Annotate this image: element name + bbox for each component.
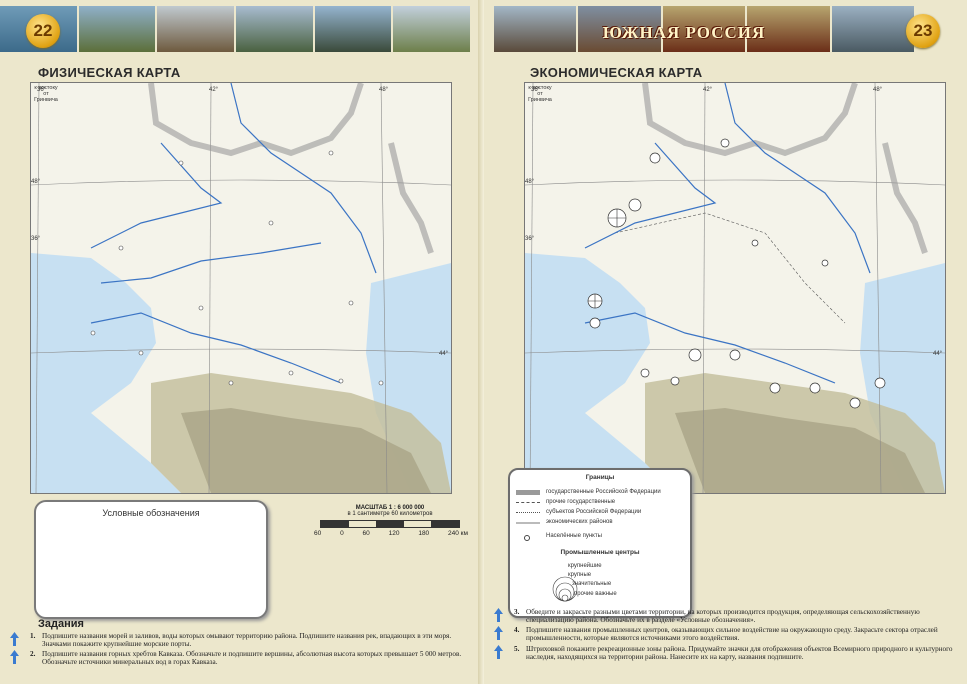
task-5: 5. Штриховкой покажите рекреационные зон…	[514, 645, 958, 662]
lon-label-48: 48°	[873, 87, 883, 93]
scale-subtitle: в 1 сантиметре 60 километров	[347, 511, 433, 517]
physical-map-graphic	[31, 83, 451, 493]
lon-label-48: 48°	[379, 87, 389, 93]
economic-map-graphic	[525, 83, 945, 493]
map-title: ЭКОНОМИЧЕСКАЯ КАРТА	[530, 65, 703, 80]
lon-label-36: 36°	[531, 87, 541, 93]
border-symbol	[516, 522, 540, 524]
task-text: Обведите и закрасьте разными цветами тер…	[526, 608, 920, 625]
task-number: 3.	[514, 608, 520, 616]
task-text: Штриховкой покажите рекреационные зоны р…	[526, 645, 953, 662]
legend-item: субъектов Российской Федерации	[546, 509, 642, 515]
scale-bar	[320, 520, 460, 528]
task-1: 1. Подпишите названия морей и заливов, в…	[30, 632, 472, 649]
physical-map: к востоку от Гринвича 36° 42° 48° 48° 36…	[30, 82, 452, 494]
industrial-title: Промышленные центры	[560, 549, 640, 556]
legend-item: прочие важные	[574, 591, 617, 597]
borders-title: Границы	[585, 474, 615, 481]
task-text: Подпишите названия морей и заливов, воды…	[42, 632, 452, 649]
left-page: 22 ФИЗИЧЕСКАЯ КАРТА к востоку от Гринвич…	[0, 0, 483, 684]
lat-label-44: 44°	[933, 351, 943, 357]
scale-tick: 0	[340, 530, 344, 537]
scale-tick: 180	[418, 530, 430, 537]
arrow-up-icon	[10, 632, 19, 646]
legend-title: Условные обозначения	[102, 508, 200, 518]
arrow-up-icon	[494, 645, 503, 659]
settlement-symbol	[524, 535, 530, 541]
legend-item: значительные	[572, 581, 612, 587]
lat-label-48: 48°	[525, 179, 535, 185]
task-2: 2. Подпишите названия горных хребтов Кав…	[30, 650, 472, 667]
lat-label-36: 36°	[525, 236, 535, 242]
lon-label-36: 36°	[37, 87, 47, 93]
lat-label-36: 36°	[31, 236, 41, 242]
border-symbol	[516, 512, 540, 513]
page-number: 23	[906, 14, 940, 48]
economic-map: к востоку от Гринвича 36° 42° 48° 48° 36…	[524, 82, 946, 494]
arrow-up-icon	[494, 608, 503, 622]
lon-label-42: 42°	[703, 87, 713, 93]
legend-item: прочие государственные	[546, 499, 616, 505]
map-legend: Границы государственные Российской Федер…	[508, 468, 692, 618]
task-4: 4. Подпишите названия промышленных центр…	[514, 626, 958, 643]
lon-label-42: 42°	[209, 87, 219, 93]
scale-tick: 60	[362, 530, 370, 537]
border-symbol	[516, 490, 540, 495]
arrow-up-icon	[10, 650, 19, 664]
legend-item: экономических районов	[546, 519, 613, 525]
task-text: Подпишите названия промышленных центров,…	[526, 626, 938, 643]
legend-box[interactable]: Условные обозначения	[34, 500, 268, 619]
border-symbol	[516, 502, 540, 503]
scale-tick: 120	[388, 530, 400, 537]
task-text: Подпишите названия горных хребтов Кавказ…	[42, 650, 462, 667]
right-page: ЮЖНАЯ РОССИЯ 23 ЭКОНОМИЧЕСКАЯ КАРТА к во…	[484, 0, 967, 684]
lat-label-48: 48°	[31, 179, 41, 185]
scale-ticks: 60 0 60 120 180 240 км	[314, 530, 468, 537]
task-number: 1.	[30, 632, 36, 640]
task-number: 5.	[514, 645, 520, 653]
task-3: 3. Обведите и закрасьте разными цветами …	[514, 608, 958, 625]
task-number: 4.	[514, 626, 520, 634]
photo-strip-left	[0, 6, 471, 52]
arrow-up-icon	[494, 626, 503, 640]
tasks-title: Задания	[38, 618, 84, 630]
map-title: ФИЗИЧЕСКАЯ КАРТА	[38, 65, 181, 80]
page-number: 22	[26, 14, 60, 48]
task-number: 2.	[30, 650, 36, 658]
scale-tick: 240 км	[448, 530, 468, 537]
scale-tick: 60	[314, 530, 322, 537]
legend-item: государственные Российской Федерации	[546, 489, 661, 495]
legend-item: Населённые пункты	[546, 533, 602, 539]
legend-item: крупнейшие	[568, 563, 602, 569]
legend-item: крупные	[568, 572, 592, 578]
section-banner: ЮЖНАЯ РОССИЯ	[602, 23, 766, 42]
lat-label-44: 44°	[439, 351, 449, 357]
scale: МАСШТАБ 1 : 6 000 000 в 1 сантиметре 60 …	[310, 505, 470, 537]
